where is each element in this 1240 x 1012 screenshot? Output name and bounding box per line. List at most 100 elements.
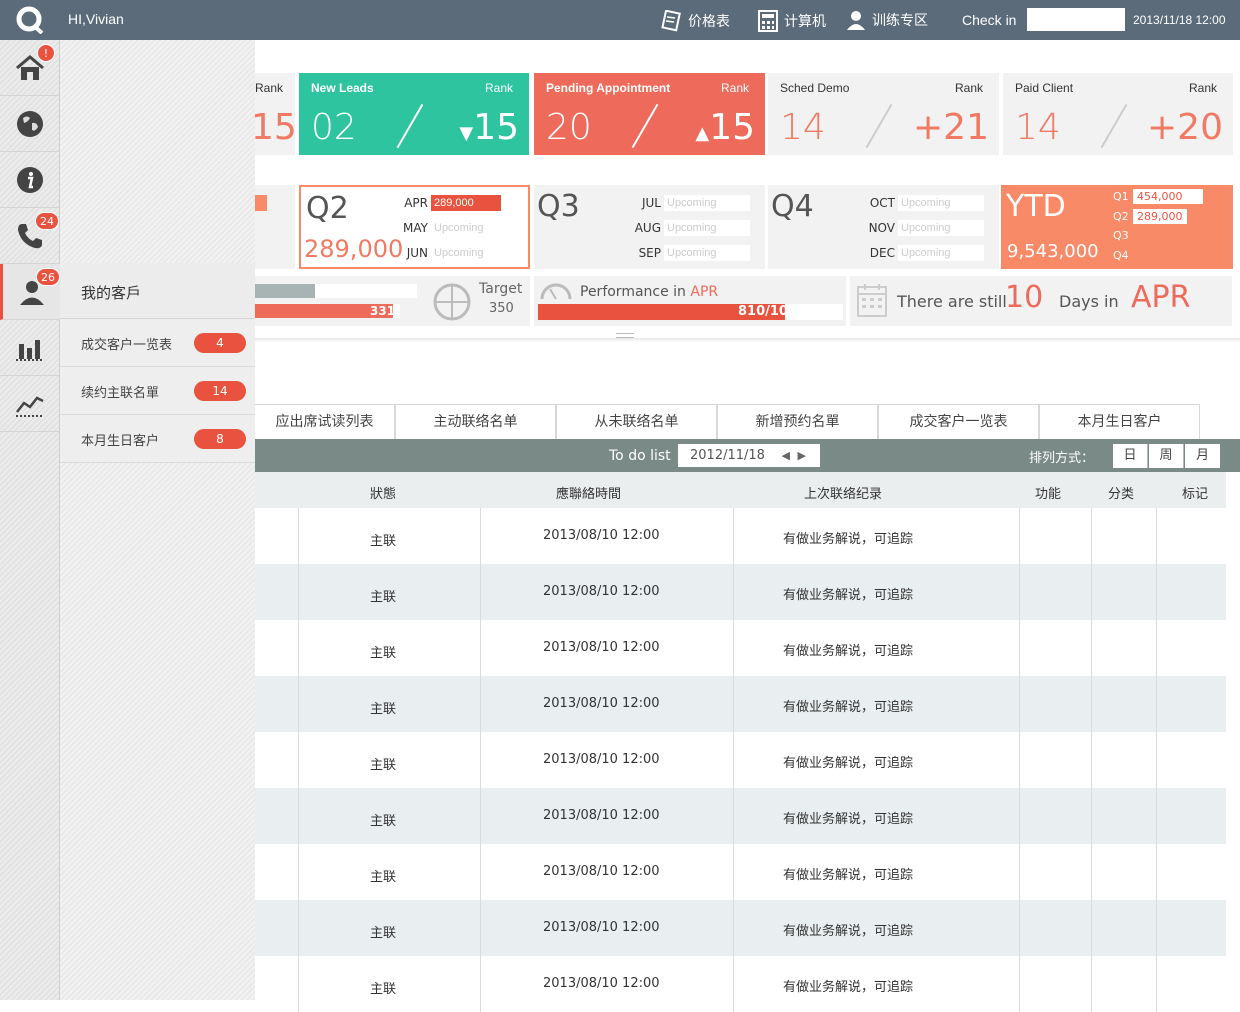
tab-birthday-clients[interactable]: 本月生日客户 <box>1039 404 1200 439</box>
next-date-arrow-icon[interactable]: ▶ <box>798 444 806 467</box>
table-row[interactable]: 主联 2013/08/10 12:00 有做业务解说，可追踪 <box>255 676 1226 732</box>
cell-divider <box>1156 788 1157 844</box>
app-logo[interactable] <box>16 6 44 34</box>
cell-divider <box>298 956 299 1012</box>
cell-status: 主联 <box>370 702 397 717</box>
rail-info[interactable] <box>0 152 60 208</box>
sort-week-button[interactable]: 周 <box>1149 444 1184 468</box>
cell-last-contact-note: 有做业务解说，可追踪 <box>783 588 914 603</box>
column-header-actions[interactable]: 功能 <box>1035 483 1061 502</box>
month-value: Upcoming <box>664 245 750 261</box>
cell-divider <box>298 508 299 564</box>
todo-date-picker[interactable]: 2012/11/18 ◀ ▶ <box>678 444 820 467</box>
rail-bar-chart[interactable] <box>0 320 60 376</box>
table-row[interactable]: 主联 2013/08/10 12:00 有做业务解说，可追踪 <box>255 844 1226 900</box>
tab-new-appointments[interactable]: 新增预约名單 <box>717 404 878 439</box>
cell-divider <box>480 676 481 732</box>
table-row[interactable]: 主联 2013/08/10 12:00 有做业务解说，可追踪 <box>255 900 1226 956</box>
tab-active-contacts[interactable]: 主动联络名单 <box>395 404 556 439</box>
nav-calculator[interactable]: 计算机 <box>758 10 826 32</box>
kpi-name: Pending Appointment <box>546 81 671 95</box>
kpi-card-sched-demo[interactable]: Sched Demo Rank 14 +21 <box>768 73 999 155</box>
month-value: Upcoming <box>431 220 517 236</box>
kpi-card-partial[interactable]: Rank 15 <box>251 73 297 155</box>
column-header-status[interactable]: 狀態 <box>370 483 396 502</box>
cell-divider <box>298 788 299 844</box>
cell-divider <box>480 956 481 1012</box>
rail-phone[interactable]: 24 <box>0 208 60 264</box>
column-header-category[interactable]: 分类 <box>1108 483 1134 502</box>
submenu-item-renewal-list[interactable]: 续约主联名單 14 <box>60 367 255 415</box>
month-label: DEC <box>869 246 895 260</box>
prev-date-arrow-icon[interactable]: ◀ <box>782 444 790 467</box>
progress-track-2: 331 <box>255 304 400 318</box>
rail-home[interactable]: ! <box>0 40 60 96</box>
table-header: 狀態 應聯絡時間 上次联络纪录 功能 分类 标记 <box>255 472 1226 508</box>
quarter-card-q2[interactable]: Q2 289,000 APR 289,000 MAY Upcoming JUN … <box>299 185 530 269</box>
tab-never-contacted[interactable]: 从未联络名单 <box>556 404 717 439</box>
phone-count-badge: 24 <box>35 212 59 230</box>
cell-status: 主联 <box>370 534 397 549</box>
days-count: 10 <box>1005 280 1044 315</box>
column-header-last-contact[interactable]: 上次联络纪录 <box>804 483 882 502</box>
todo-date: 2012/11/18 <box>690 448 765 463</box>
top-bar: HI,Vivian 价格表 计算机 训练专区 Check in 2013/11/… <box>0 0 1240 40</box>
quarter-name: Q2 <box>306 191 349 226</box>
column-header-flag[interactable]: 标记 <box>1182 483 1208 502</box>
nav-training[interactable]: 训练专区 <box>846 10 928 30</box>
cell-divider <box>733 956 734 1012</box>
sort-month-button[interactable]: 月 <box>1185 444 1220 468</box>
submenu-item-birthday-clients[interactable]: 本月生日客户 8 <box>60 415 255 463</box>
tab-closed-clients[interactable]: 成交客户一览表 <box>878 404 1039 439</box>
cell-status: 主联 <box>370 758 397 773</box>
table-row[interactable]: 主联 2013/08/10 12:00 有做业务解说，可追踪 <box>255 788 1226 844</box>
rail-line-chart[interactable] <box>0 376 60 432</box>
ytd-card[interactable]: YTD 9,543,000 Q1 454,000 Q2 289,000 Q3 Q… <box>1001 185 1233 269</box>
rail-clients[interactable]: 26 <box>0 264 60 320</box>
table-row[interactable]: 主联 2013/08/10 12:00 有做业务解说，可追踪 <box>255 732 1226 788</box>
submenu-item-closed-clients[interactable]: 成交客户一览表 4 <box>60 319 255 367</box>
table-row[interactable]: 主联 2013/08/10 12:00 有做业务解说，可追踪 <box>255 508 1226 564</box>
table-row[interactable]: 主联 2013/08/10 12:00 有做业务解说，可追踪 <box>255 620 1226 676</box>
checkin-input[interactable] <box>1027 8 1125 31</box>
nav-price-list[interactable]: 价格表 <box>660 10 730 32</box>
cell-divider <box>733 508 734 564</box>
kpi-rank-label: Rank <box>255 81 284 95</box>
cell-divider <box>1019 956 1020 1012</box>
performance-value: 810/1000 <box>738 304 807 319</box>
target-icon <box>433 283 471 321</box>
days-mid: Days in <box>1059 292 1119 311</box>
cell-divider <box>1091 956 1092 1012</box>
cell-divider <box>1019 844 1020 900</box>
submenu-header: 我的客戶 <box>60 263 255 319</box>
submenu-item-label: 成交客户一览表 <box>81 338 173 353</box>
clients-count-badge: 26 <box>36 268 60 286</box>
ytd-quarter-label: Q4 <box>1113 249 1129 262</box>
kpi-rank: +21 <box>913 107 989 148</box>
kpi-name: Sched Demo <box>780 81 850 95</box>
quarter-card-q3[interactable]: Q3 JUL Upcoming AUG Upcoming SEP Upcomin… <box>534 185 765 269</box>
table-row[interactable]: 主联 2013/08/10 12:00 有做业务解说，可追踪 <box>255 564 1226 620</box>
column-header-contact-time[interactable]: 應聯絡時間 <box>556 483 621 502</box>
cell-divider <box>1156 956 1157 1012</box>
cell-divider <box>1091 844 1092 900</box>
table-row[interactable]: 主联 2013/08/10 12:00 有做业务解说，可追踪 <box>255 956 1226 1012</box>
kpi-card-new-leads[interactable]: New Leads Rank 02 ▼15 <box>299 73 529 155</box>
quarter-name: Q4 <box>771 189 814 224</box>
cell-divider <box>1019 788 1020 844</box>
home-alert-badge: ! <box>37 44 55 62</box>
rail-globe[interactable] <box>0 96 60 152</box>
sort-day-button[interactable]: 日 <box>1113 444 1148 468</box>
tab-trial-attendance[interactable]: 应出席试读列表 <box>255 404 395 439</box>
cell-divider <box>733 732 734 788</box>
progress-bars-card: 128 331 Target 350 <box>255 276 530 326</box>
cell-contact-time: 2013/08/10 12:00 <box>543 752 660 767</box>
kpi-divider <box>865 103 893 149</box>
kpi-card-pending-appointment[interactable]: Pending Appointment Rank 20 ▲15 <box>534 73 765 155</box>
submenu-item-label: 续约主联名單 <box>81 386 160 401</box>
kpi-card-paid-client[interactable]: Paid Client Rank 14 +20 <box>1003 73 1233 155</box>
cell-status: 主联 <box>370 590 397 605</box>
panel-grip-handle[interactable] <box>616 333 634 338</box>
quarter-card-q4[interactable]: Q4 OCT Upcoming NOV Upcoming DEC Upcomin… <box>768 185 999 269</box>
ytd-total: 9,543,000 <box>1007 241 1099 262</box>
